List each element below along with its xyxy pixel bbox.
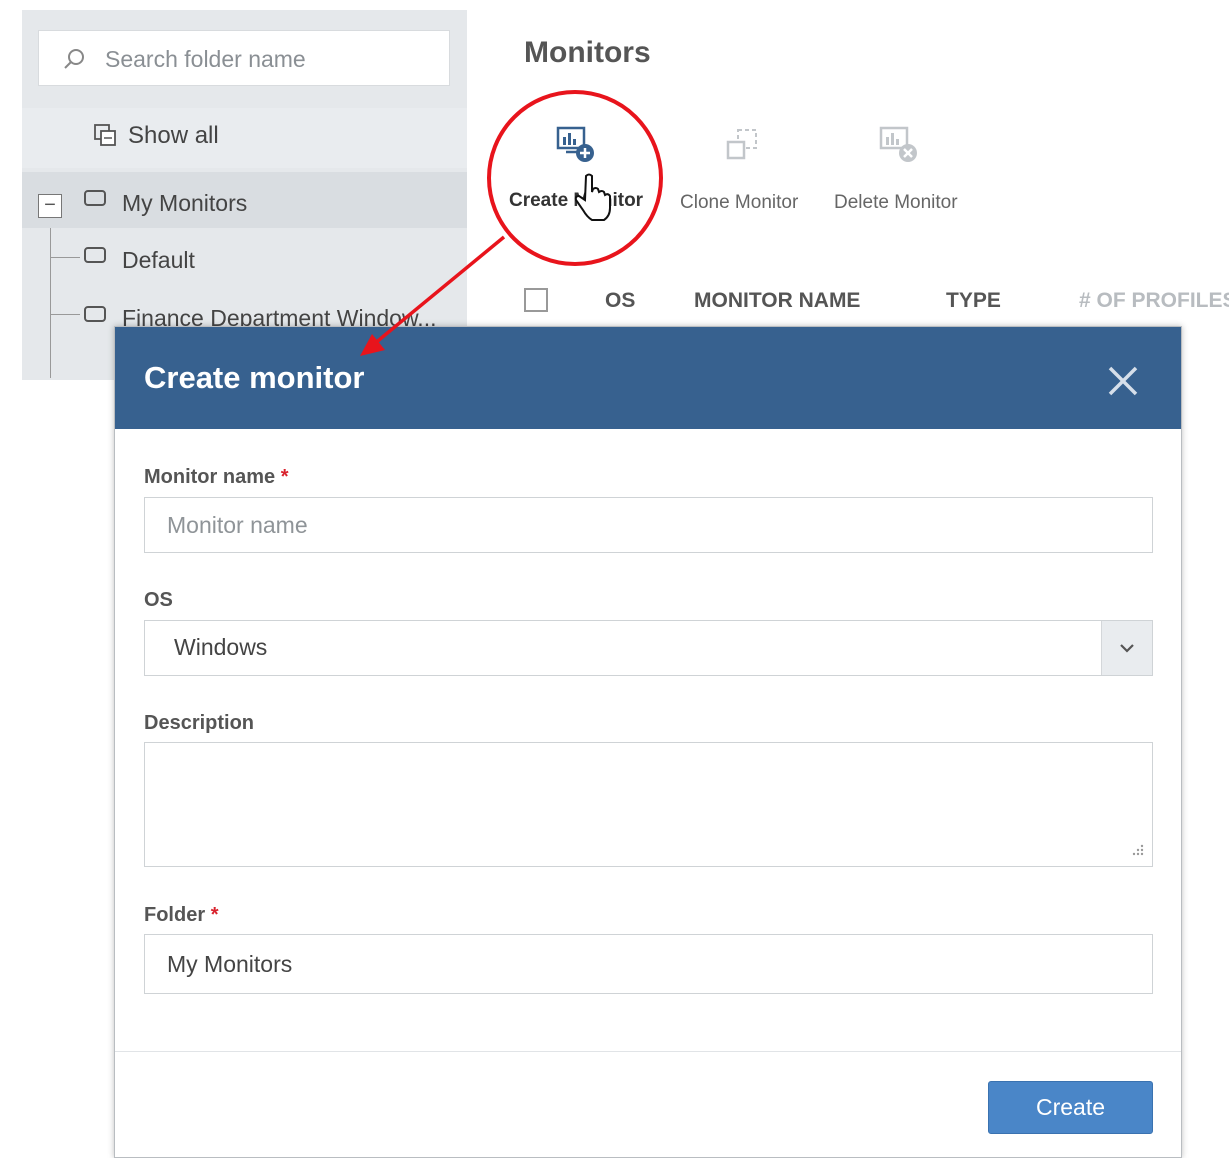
column-header-type[interactable]: TYPE <box>946 289 1001 313</box>
os-label: OS <box>144 589 173 611</box>
tree-item-default[interactable]: Default <box>22 230 467 286</box>
clone-monitor-icon <box>726 129 757 160</box>
page-title: Monitors <box>524 36 651 69</box>
folder-icon <box>84 247 106 263</box>
os-select[interactable]: Windows <box>144 620 1153 676</box>
folder-search-box[interactable]: Search folder name <box>38 30 450 86</box>
clone-monitor-button[interactable]: Clone Monitor <box>680 192 798 214</box>
delete-monitor-label: Delete Monitor <box>834 192 958 213</box>
monitor-name-input[interactable] <box>144 497 1153 553</box>
collapse-toggle[interactable]: − <box>38 194 62 218</box>
dialog-header: Create monitor <box>115 327 1181 429</box>
chevron-down-icon <box>1120 644 1134 653</box>
column-header-profiles[interactable]: # OF PROFILES <box>1079 289 1229 313</box>
tree-item-label: Finance Department Window... <box>122 305 437 327</box>
create-button[interactable]: Create <box>988 1081 1153 1134</box>
description-label: Description <box>144 712 255 734</box>
show-all-icon <box>94 124 116 146</box>
tree-item-label: My Monitors <box>122 190 248 216</box>
hand-cursor-icon <box>574 173 611 221</box>
delete-monitor-icon <box>879 126 917 162</box>
show-all-label: Show all <box>128 122 219 149</box>
folder-input[interactable] <box>144 934 1153 994</box>
folder-label: Folder * <box>144 904 219 926</box>
tree-item-finance[interactable]: Finance Department Window... <box>22 287 467 327</box>
select-all-checkbox[interactable] <box>524 288 548 312</box>
clone-monitor-label: Clone Monitor <box>680 192 799 213</box>
column-header-monitor-name[interactable]: MONITOR NAME <box>694 289 860 313</box>
tree-item-label: Default <box>122 247 195 273</box>
resize-grip-icon[interactable] <box>1131 843 1145 857</box>
description-textarea[interactable] <box>144 742 1153 867</box>
column-header-os[interactable]: OS <box>605 289 635 313</box>
dialog-title: Create monitor <box>144 360 365 395</box>
delete-monitor-button[interactable]: Delete Monitor <box>834 192 958 214</box>
create-monitor-dialog: Create monitor Monitor name * OS Windows… <box>114 326 1182 1158</box>
required-marker: * <box>280 466 289 488</box>
os-dropdown-toggle[interactable] <box>1101 621 1152 675</box>
folder-icon <box>84 306 106 322</box>
show-all-item[interactable]: Show all <box>22 108 467 168</box>
close-icon[interactable] <box>1107 365 1139 397</box>
dialog-footer-divider <box>115 1051 1181 1052</box>
search-icon <box>64 49 84 69</box>
folder-icon <box>84 190 106 206</box>
required-marker: * <box>210 904 219 926</box>
tree-item-my-monitors[interactable]: − My Monitors <box>22 172 467 228</box>
monitor-name-label: Monitor name * <box>144 466 289 488</box>
search-placeholder: Search folder name <box>105 46 306 72</box>
os-selected-value: Windows <box>174 634 268 660</box>
